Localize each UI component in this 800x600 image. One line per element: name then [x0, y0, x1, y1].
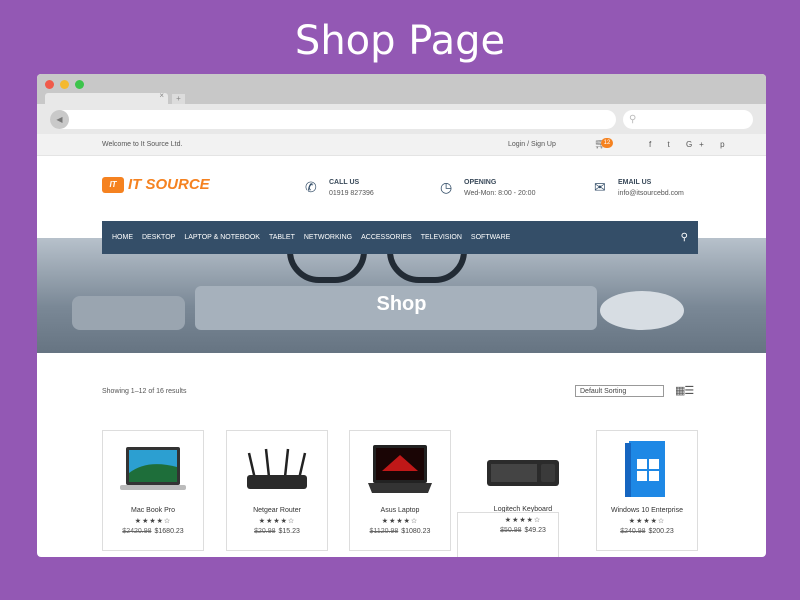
product-card[interactable]: Netgear Router ★★★★☆ $20.98 $15.23 — [226, 430, 328, 551]
windows-box-image — [625, 441, 665, 497]
login-signup-link[interactable]: Login / Sign Up — [508, 141, 556, 148]
main-nav: HOME DESKTOP LAPTOP & NOTEBOOK TABLET NE… — [102, 221, 698, 254]
nav-item-home[interactable]: HOME — [112, 234, 133, 241]
phone-icon: ✆ — [305, 179, 317, 195]
envelope-icon: ✉ — [594, 179, 606, 195]
view-toggle: ▦☰ — [675, 385, 694, 397]
list-view-icon[interactable]: ☰ — [684, 385, 694, 397]
social-links: f t G+ p — [649, 140, 732, 149]
price: $1680.23 — [154, 528, 184, 535]
email-label: EMAIL US — [618, 179, 652, 186]
shop-toolbar: Showing 1–12 of 16 results Default Sorti… — [102, 385, 698, 399]
grid-view-icon[interactable]: ▦ — [675, 385, 685, 397]
site-logo[interactable]: IT IT SOURCE — [102, 176, 210, 194]
old-price: $1120.98 — [369, 528, 399, 535]
email-value[interactable]: info@itsourcebd.com — [618, 190, 684, 197]
rating-stars: ★★★★☆ — [628, 518, 666, 525]
browser-window: × + ◀ ⚲ Welcome to It Source Ltd. Login … — [37, 74, 766, 557]
product-name[interactable]: Windows 10 Enterprise — [597, 507, 697, 514]
site-header: IT IT SOURCE ✆ CALL US 01919 827396 ◷ OPE… — [37, 156, 766, 218]
nav-item-television[interactable]: TELEVISION — [421, 234, 462, 241]
banner-title: Shop Page — [294, 18, 506, 64]
new-tab-button[interactable]: + — [172, 94, 185, 104]
search-icon: ⚲ — [629, 114, 637, 125]
asus-laptop-image — [368, 445, 432, 493]
logo-text: IT SOURCE — [128, 176, 210, 193]
product-name[interactable]: Netgear Router — [227, 507, 327, 514]
browser-search-input[interactable]: ⚲ — [623, 110, 753, 129]
tab-close-icon[interactable]: × — [159, 91, 164, 100]
google-plus-icon[interactable]: G+ — [686, 140, 711, 149]
nav-item-desktop[interactable]: DESKTOP — [142, 234, 175, 241]
product-card[interactable]: Asus Laptop ★★★★☆ $1120.98 $1080.23 — [349, 430, 451, 551]
old-price: $240.98 — [620, 528, 646, 535]
pinterest-icon[interactable]: p — [720, 140, 731, 149]
product-name[interactable]: Asus Laptop — [350, 507, 450, 514]
price: $200.23 — [648, 528, 674, 535]
minimize-window-icon[interactable] — [60, 80, 69, 89]
browser-tab[interactable]: × — [45, 91, 168, 104]
back-arrow-icon[interactable]: ◀ — [50, 110, 69, 129]
keyboard-image — [487, 460, 559, 486]
result-count: Showing 1–12 of 16 results — [102, 388, 187, 395]
logo-mark-icon: IT — [102, 177, 124, 194]
rating-stars: ★★★★☆ — [258, 518, 296, 525]
opening-label: OPENING — [464, 179, 497, 186]
nav-item-networking[interactable]: NETWORKING — [304, 234, 352, 241]
site-topbar: Welcome to It Source Ltd. Login / Sign U… — [37, 134, 766, 156]
call-value: 01919 827396 — [329, 190, 374, 197]
hero-title: Shop — [376, 293, 427, 315]
welcome-text: Welcome to It Source Ltd. — [102, 141, 183, 148]
rating-stars: ★★★★☆ — [381, 518, 419, 525]
price: $15.23 — [278, 528, 300, 535]
rating-stars: ★★★★☆ — [134, 518, 172, 525]
nav-item-accessories[interactable]: ACCESSORIES — [361, 234, 412, 241]
facebook-icon[interactable]: f — [649, 140, 658, 149]
maximize-window-icon[interactable] — [75, 80, 84, 89]
clock-icon: ◷ — [440, 179, 453, 195]
nav-item-tablet[interactable]: TABLET — [269, 234, 295, 241]
browser-toolbar: ◀ ⚲ — [37, 104, 766, 134]
macbook-image — [120, 447, 186, 490]
nav-search-icon[interactable]: ⚲ — [681, 232, 688, 243]
twitter-icon[interactable]: t — [667, 140, 676, 149]
opening-value: Wed-Mon: 8:00 - 20:00 — [464, 190, 536, 197]
sort-select[interactable]: Default Sorting — [575, 385, 664, 397]
product-card[interactable]: Mac Book Pro ★★★★☆ $2420.98 $1680.23 — [102, 430, 204, 551]
call-label: CALL US — [329, 179, 360, 186]
old-price: $20.98 — [254, 528, 276, 535]
product-name[interactable]: Mac Book Pro — [103, 507, 203, 514]
product-card-hover-outline — [457, 512, 559, 557]
nav-item-software[interactable]: SOFTWARE — [471, 234, 510, 241]
router-image — [247, 448, 307, 489]
browser-titlebar: × + — [37, 74, 766, 104]
product-card[interactable]: Windows 10 Enterprise ★★★★☆ $240.98 $200.… — [596, 430, 698, 551]
price: $1080.23 — [401, 528, 431, 535]
old-price: $2420.98 — [122, 528, 152, 535]
hero-banner: Shop — [37, 238, 766, 353]
nav-item-laptop-notebook[interactable]: LAPTOP & NOTEBOOK — [184, 234, 260, 241]
close-window-icon[interactable] — [45, 80, 54, 89]
address-bar[interactable]: ◀ — [50, 110, 616, 129]
cart-count-badge: 12 — [601, 138, 613, 148]
